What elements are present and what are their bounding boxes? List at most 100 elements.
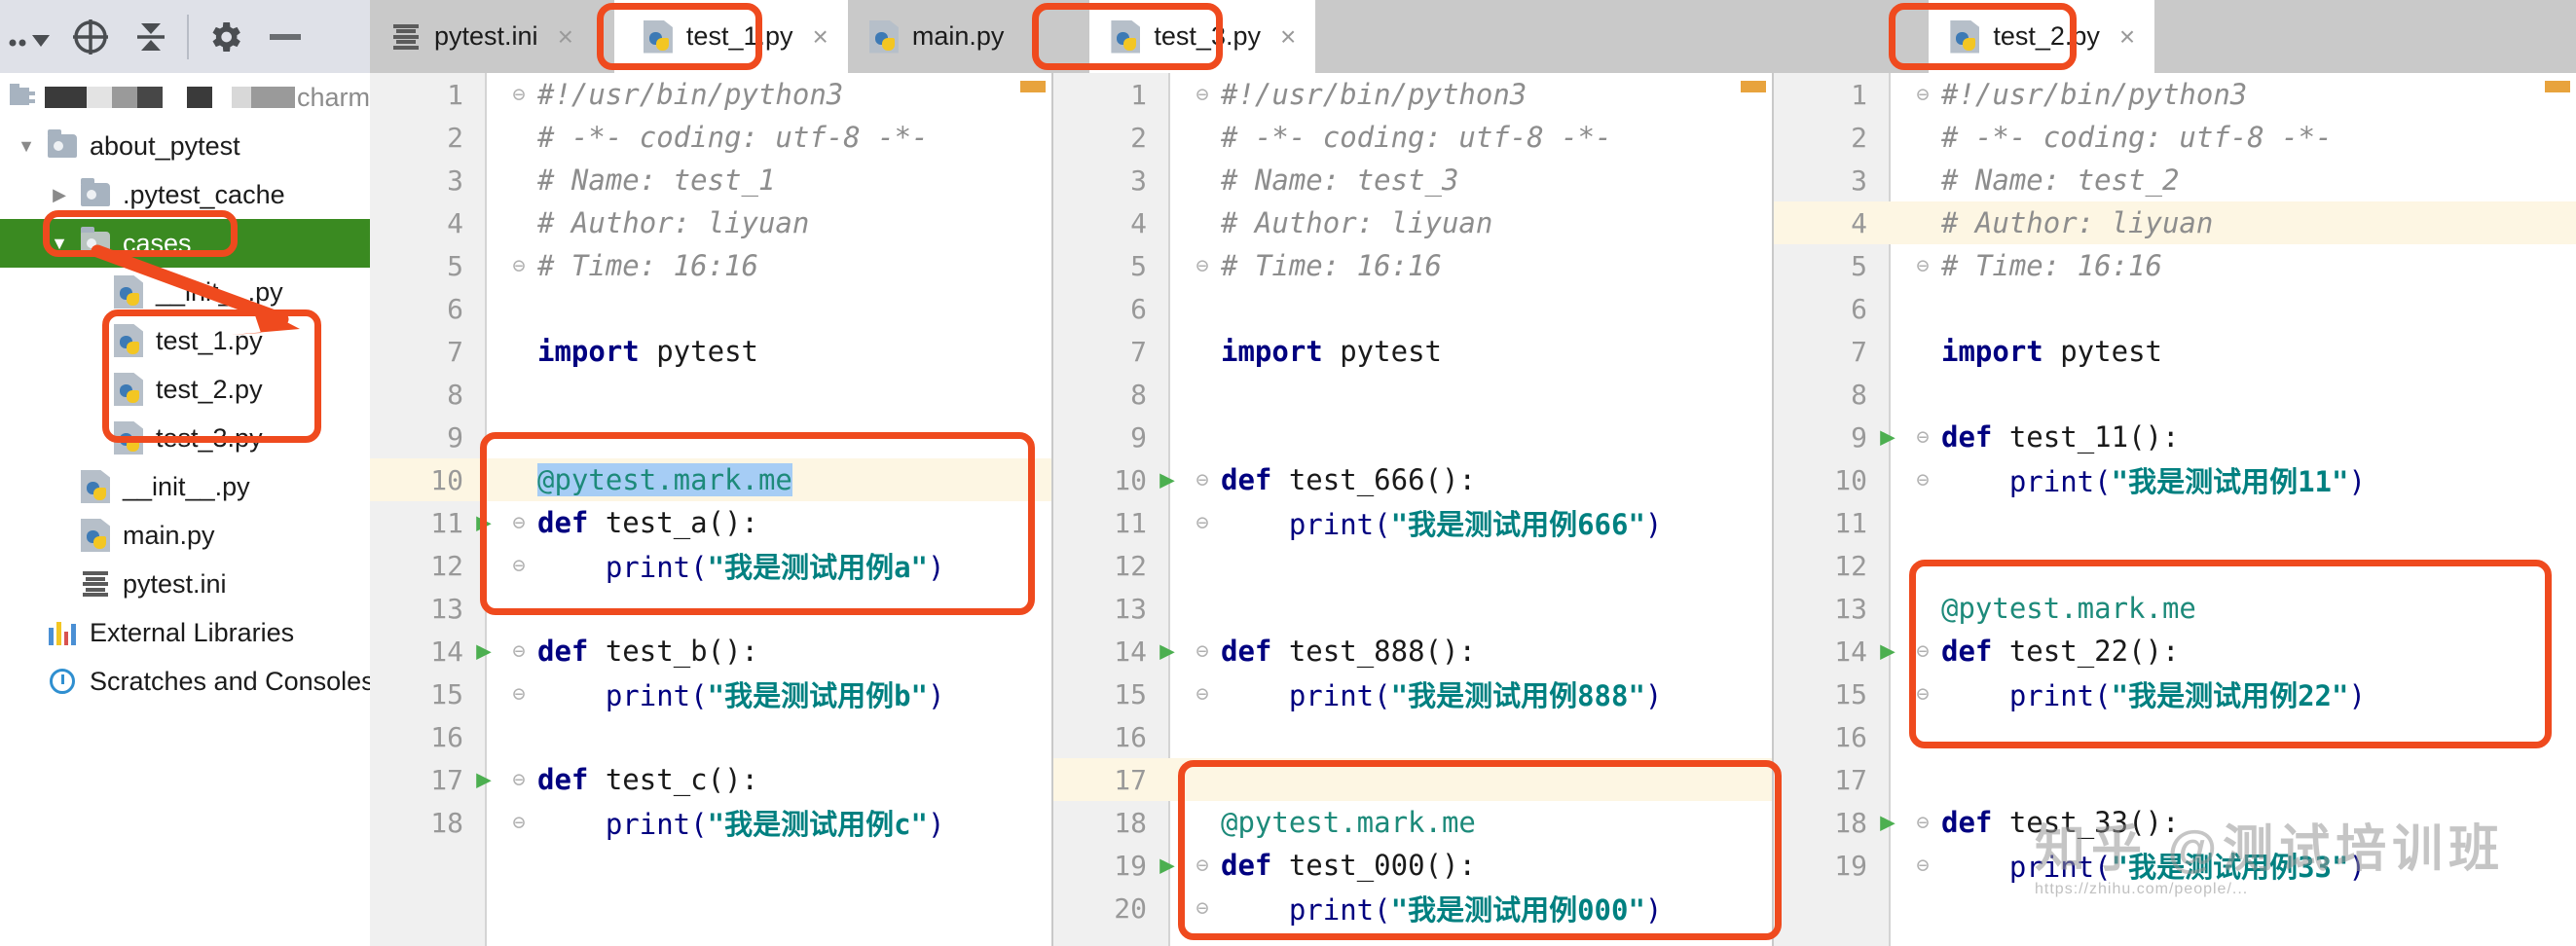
run-gutter-icon[interactable]: ▶	[467, 765, 500, 794]
project-tree[interactable]: charm ▼about_pytest▶.pytest_cache▼cases_…	[0, 73, 370, 946]
code-line[interactable]: 11	[1774, 501, 2576, 544]
tab-main-py[interactable]: main.py	[848, 0, 1044, 73]
tab-test-3-py[interactable]: test_3.py×	[1089, 0, 1315, 73]
code-fold-icon[interactable]: ⊖	[506, 639, 532, 664]
code-line[interactable]: 9▶⊖def test_11():	[1774, 416, 2576, 458]
code-line[interactable]: 16	[370, 715, 1051, 758]
code-fold-icon[interactable]: ⊖	[1190, 511, 1215, 535]
run-gutter-icon[interactable]: ▶	[1871, 637, 1904, 666]
tree-row-pytest-ini[interactable]: pytest.ini	[0, 560, 370, 608]
code-fold-icon[interactable]: ⊖	[506, 254, 532, 278]
chevron-down-icon[interactable]: ▼	[43, 234, 76, 254]
run-gutter-icon[interactable]: ▶	[1151, 851, 1184, 880]
run-gutter-icon[interactable]: ▶	[467, 508, 500, 537]
tab-pytest-ini[interactable]: pytest.ini×	[370, 0, 593, 73]
code-line[interactable]: 16	[1053, 715, 1772, 758]
code-line[interactable]: 8	[1774, 373, 2576, 416]
code-line[interactable]: 10▶⊖def test_666():	[1053, 458, 1772, 501]
code-line[interactable]: 12	[1053, 544, 1772, 587]
code-line[interactable]: 4# Author: liyuan	[1053, 201, 1772, 244]
code-line[interactable]: 7import pytest	[1774, 330, 2576, 373]
code-fold-icon[interactable]: ⊖	[1190, 854, 1215, 878]
code-line[interactable]: 3# Name: test_1	[370, 159, 1051, 201]
run-gutter-icon[interactable]: ▶	[1151, 465, 1184, 494]
tab-close-icon[interactable]: ×	[2119, 21, 2135, 53]
code-line[interactable]: 6	[1774, 287, 2576, 330]
tree-row-about-pytest[interactable]: ▼about_pytest	[0, 122, 370, 170]
code-line[interactable]: 5⊖# Time: 16:16	[1053, 244, 1772, 287]
code-line[interactable]: 18@pytest.mark.me	[1053, 801, 1772, 844]
code-line[interactable]: 4# Author: liyuan	[1774, 201, 2576, 244]
tab-test-1-py[interactable]: test_1.py×	[614, 0, 848, 73]
tab-close-icon[interactable]: ×	[1280, 21, 1296, 53]
tree-row-test-3-py[interactable]: test_3.py	[0, 414, 370, 462]
code-line[interactable]: 6	[370, 287, 1051, 330]
editor-code[interactable]: 1⊖#!/usr/bin/python32# -*- coding: utf-8…	[1774, 73, 2576, 887]
code-line[interactable]: 15⊖ print("我是测试用例22")	[1774, 673, 2576, 715]
code-fold-icon[interactable]: ⊖	[1910, 468, 1935, 492]
code-line[interactable]: 13	[370, 587, 1051, 630]
code-line[interactable]: 2# -*- coding: utf-8 -*-	[370, 116, 1051, 159]
editor-pane-test-3-py[interactable]: 1⊖#!/usr/bin/python32# -*- coding: utf-8…	[1051, 73, 1772, 946]
code-line[interactable]: 17	[1774, 758, 2576, 801]
code-fold-icon[interactable]: ⊖	[506, 682, 532, 707]
code-line[interactable]: 14▶⊖def test_b():	[370, 630, 1051, 673]
code-line[interactable]: 6	[1053, 287, 1772, 330]
tab-test-2-py[interactable]: test_2.py×	[1929, 0, 2154, 73]
code-line[interactable]: 19▶⊖def test_000():	[1053, 844, 1772, 887]
code-fold-icon[interactable]: ⊖	[506, 811, 532, 835]
more-dropdown-icon[interactable]	[0, 0, 60, 73]
code-line[interactable]: 11⊖ print("我是测试用例666")	[1053, 501, 1772, 544]
code-fold-icon[interactable]: ⊖	[506, 768, 532, 792]
code-line[interactable]: 7import pytest	[370, 330, 1051, 373]
tree-row--init-py[interactable]: __init__.py	[0, 462, 370, 511]
code-line[interactable]: 8	[370, 373, 1051, 416]
code-line[interactable]: 10@pytest.mark.me	[370, 458, 1051, 501]
tree-row-cases[interactable]: ▼cases	[0, 219, 370, 268]
code-fold-icon[interactable]: ⊖	[1190, 896, 1215, 921]
code-fold-icon[interactable]: ⊖	[1190, 83, 1215, 107]
code-fold-icon[interactable]: ⊖	[1910, 854, 1935, 878]
code-line[interactable]: 9	[1053, 416, 1772, 458]
tree-row-root[interactable]: charm	[0, 73, 370, 122]
chevron-down-icon[interactable]: ▼	[10, 136, 43, 157]
editor-pane-test-1-py[interactable]: 1⊖#!/usr/bin/python32# -*- coding: utf-8…	[370, 73, 1051, 946]
gear-icon[interactable]	[195, 0, 255, 73]
code-line[interactable]: 2# -*- coding: utf-8 -*-	[1053, 116, 1772, 159]
code-line[interactable]: 1⊖#!/usr/bin/python3	[1053, 73, 1772, 116]
chevron-right-icon[interactable]: ▶	[43, 185, 76, 205]
editor-code[interactable]: 1⊖#!/usr/bin/python32# -*- coding: utf-8…	[1053, 73, 1772, 929]
code-line[interactable]: 17▶⊖def test_c():	[370, 758, 1051, 801]
code-fold-icon[interactable]: ⊖	[1910, 682, 1935, 707]
code-line[interactable]: 13@pytest.mark.me	[1774, 587, 2576, 630]
code-fold-icon[interactable]: ⊖	[506, 554, 532, 578]
tree-row-external-libraries[interactable]: External Libraries	[0, 608, 370, 657]
tab-close-icon[interactable]: ×	[558, 21, 573, 53]
code-line[interactable]: 15⊖ print("我是测试用例888")	[1053, 673, 1772, 715]
tree-row-test-2-py[interactable]: test_2.py	[0, 365, 370, 414]
tree-row-scratches-and-consoles[interactable]: Scratches and Consoles	[0, 657, 370, 706]
code-line[interactable]: 11▶⊖def test_a():	[370, 501, 1051, 544]
code-fold-icon[interactable]: ⊖	[506, 83, 532, 107]
code-line[interactable]: 3# Name: test_3	[1053, 159, 1772, 201]
scrollbar-error-marker[interactable]	[2545, 81, 2570, 92]
code-line[interactable]: 14▶⊖def test_22():	[1774, 630, 2576, 673]
target-crosshair-icon[interactable]	[60, 0, 121, 73]
code-fold-icon[interactable]: ⊖	[1190, 468, 1215, 492]
tree-row--init-py[interactable]: __init__.py	[0, 268, 370, 316]
code-line[interactable]: 16	[1774, 715, 2576, 758]
code-fold-icon[interactable]: ⊖	[1910, 254, 1935, 278]
code-line[interactable]: 9	[370, 416, 1051, 458]
code-line[interactable]: 18⊖ print("我是测试用例c")	[370, 801, 1051, 844]
code-line[interactable]: 8	[1053, 373, 1772, 416]
code-line[interactable]: 12	[1774, 544, 2576, 587]
code-fold-icon[interactable]: ⊖	[1190, 639, 1215, 664]
editor-code[interactable]: 1⊖#!/usr/bin/python32# -*- coding: utf-8…	[370, 73, 1051, 844]
code-line[interactable]: 4# Author: liyuan	[370, 201, 1051, 244]
code-line[interactable]: 10⊖ print("我是测试用例11")	[1774, 458, 2576, 501]
run-gutter-icon[interactable]: ▶	[1871, 422, 1904, 452]
code-line[interactable]: 3# Name: test_2	[1774, 159, 2576, 201]
collapse-all-icon[interactable]	[121, 0, 181, 73]
code-line[interactable]: 20⊖ print("我是测试用例000")	[1053, 887, 1772, 929]
code-line[interactable]: 7import pytest	[1053, 330, 1772, 373]
